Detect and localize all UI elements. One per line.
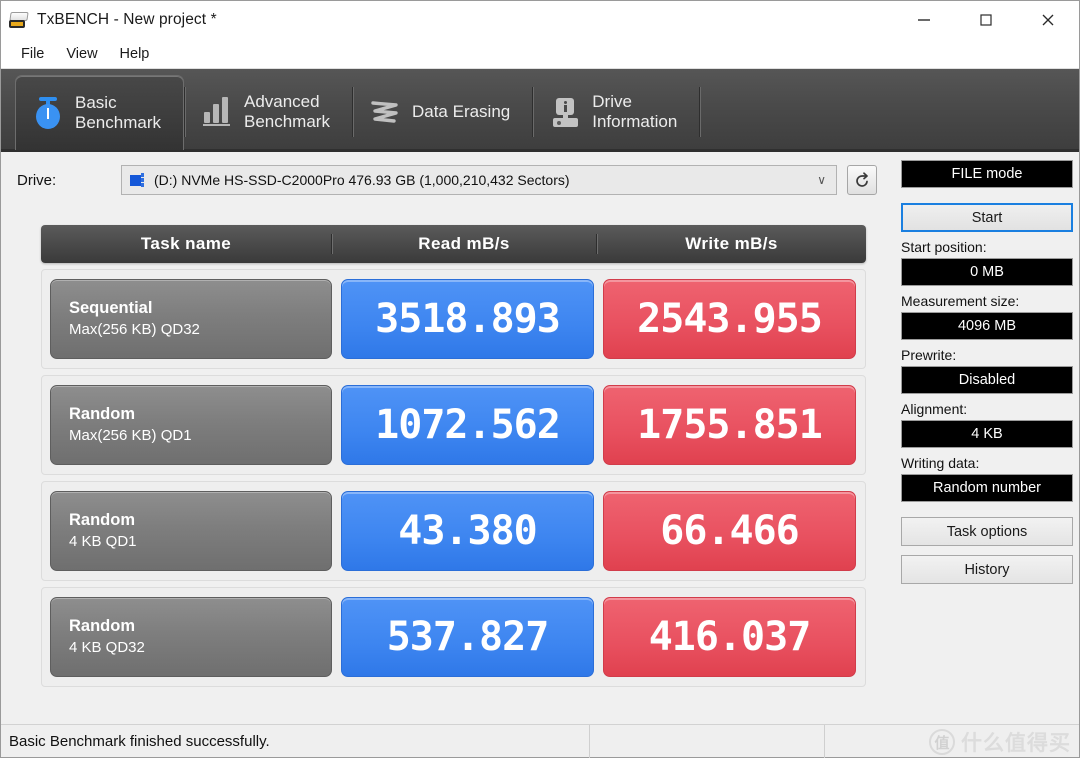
- task-name-line2: Max(256 KB) QD1: [69, 427, 192, 444]
- drive-app-icon: [9, 9, 31, 31]
- prewrite-value[interactable]: Disabled: [901, 366, 1073, 394]
- tab-divider: [699, 87, 701, 137]
- tab-basic-benchmark[interactable]: Basic Benchmark: [15, 75, 184, 150]
- start-position-value[interactable]: 0 MB: [901, 258, 1073, 286]
- task-name-line1: Random: [69, 405, 135, 423]
- tab-advanced-benchmark-label: Advanced Benchmark: [244, 92, 330, 132]
- task-name-line2: Max(256 KB) QD32: [69, 321, 200, 338]
- close-icon[interactable]: [1017, 1, 1079, 39]
- tab-bar: Basic Benchmark Advanced Benchmark Data: [1, 69, 1079, 152]
- window-title: TxBENCH - New project *: [37, 11, 217, 28]
- minimize-icon[interactable]: [893, 1, 955, 39]
- settings-sidebar: FILE mode Start Start position: 0 MB Mea…: [901, 160, 1073, 584]
- zigzag-erase-icon: [369, 94, 401, 130]
- txbench-window: TxBENCH - New project * File View Help B…: [0, 0, 1080, 758]
- stopwatch-icon: [32, 95, 64, 131]
- tab-label-line1: Data Erasing: [411, 102, 511, 121]
- start-position-label: Start position:: [901, 239, 987, 255]
- table-header-row: Task name Read mB/s Write mB/s: [41, 225, 866, 263]
- write-value: 1755.851: [603, 385, 856, 465]
- tab-label-line1: Advanced: [243, 92, 320, 111]
- table-row: Random Max(256 KB) QD1 1072.562 1755.851: [41, 375, 866, 475]
- menu-item-file[interactable]: File: [11, 43, 54, 65]
- menu-bar: File View Help: [1, 39, 1079, 69]
- table-row: Random 4 KB QD32 537.827 416.037: [41, 587, 866, 687]
- drive-selected-value: (D:) NVMe HS-SSD-C2000Pro 476.93 GB (1,0…: [154, 172, 570, 188]
- prewrite-label: Prewrite:: [901, 347, 957, 363]
- tab-data-erasing-label: Data Erasing: [412, 102, 510, 122]
- table-row: Random 4 KB QD1 43.380 66.466: [41, 481, 866, 581]
- task-options-button[interactable]: Task options: [901, 517, 1073, 546]
- tab-label-line1: Basic: [75, 93, 117, 112]
- task-name-line1: Random: [69, 511, 135, 529]
- menu-item-view[interactable]: View: [56, 43, 107, 65]
- status-panel-message: Basic Benchmark finished successfully.: [1, 725, 589, 758]
- writing-data-label: Writing data:: [901, 455, 980, 471]
- window-controls: [893, 1, 1079, 39]
- drive-info-icon: [549, 94, 581, 130]
- task-cell[interactable]: Random Max(256 KB) QD1: [50, 385, 332, 465]
- menu-item-help[interactable]: Help: [110, 43, 160, 65]
- watermark: 值 什么值得买: [929, 727, 1071, 757]
- tab-label-line2: Benchmark: [75, 113, 161, 132]
- chevron-down-icon[interactable]: ∨: [817, 173, 826, 187]
- status-panel-secondary: [589, 724, 824, 758]
- mode-display[interactable]: FILE mode: [901, 160, 1073, 188]
- drive-label: Drive:: [17, 171, 57, 189]
- measurement-size-label: Measurement size:: [901, 293, 1020, 309]
- task-name-line1: Random: [69, 617, 135, 635]
- column-header-write-mbs: Write mB/s: [596, 234, 866, 254]
- bar-chart-icon: [201, 94, 233, 130]
- task-name-line2: 4 KB QD32: [69, 639, 145, 656]
- task-name-line2: 4 KB QD1: [69, 533, 137, 550]
- read-value: 43.380: [341, 491, 594, 571]
- drive-selector-row: Drive: (D:) NVMe HS-SSD-C2000Pro 476.93 …: [1, 162, 877, 198]
- tab-drive-information[interactable]: Drive Information: [533, 75, 699, 149]
- benchmark-table: Task name Read mB/s Write mB/s Sequentia…: [41, 225, 866, 687]
- tab-label-line2: Information: [592, 112, 678, 131]
- task-cell[interactable]: Sequential Max(256 KB) QD32: [50, 279, 332, 359]
- task-cell[interactable]: Random 4 KB QD1: [50, 491, 332, 571]
- tab-label-line1: Drive: [592, 92, 632, 111]
- refresh-icon[interactable]: [847, 165, 877, 195]
- tab-advanced-benchmark[interactable]: Advanced Benchmark: [185, 75, 352, 149]
- column-header-read-mbs: Read mB/s: [331, 234, 596, 254]
- read-value: 537.827: [341, 597, 594, 677]
- disk-icon: [130, 172, 148, 188]
- history-button[interactable]: History: [901, 555, 1073, 584]
- table-row: Sequential Max(256 KB) QD32 3518.893 254…: [41, 269, 866, 369]
- write-value: 2543.955: [603, 279, 856, 359]
- title-bar: TxBENCH - New project *: [1, 1, 1079, 39]
- read-value: 1072.562: [341, 385, 594, 465]
- alignment-value[interactable]: 4 KB: [901, 420, 1073, 448]
- maximize-icon[interactable]: [955, 1, 1017, 39]
- task-cell[interactable]: Random 4 KB QD32: [50, 597, 332, 677]
- writing-data-value[interactable]: Random number: [901, 474, 1073, 502]
- drive-select[interactable]: (D:) NVMe HS-SSD-C2000Pro 476.93 GB (1,0…: [121, 165, 837, 195]
- column-header-task-name: Task name: [140, 234, 232, 253]
- start-button[interactable]: Start: [901, 203, 1073, 232]
- tab-drive-information-label: Drive Information: [592, 92, 677, 132]
- alignment-label: Alignment:: [901, 401, 968, 417]
- main-content: Drive: (D:) NVMe HS-SSD-C2000Pro 476.93 …: [1, 152, 1079, 724]
- status-bar: Basic Benchmark finished successfully. 值…: [1, 724, 1079, 758]
- watermark-logo-icon: 值: [929, 729, 955, 755]
- task-name-line1: Sequential: [69, 299, 153, 317]
- watermark-text: 什么值得买: [961, 732, 1071, 755]
- write-value: 416.037: [603, 597, 856, 677]
- measurement-size-value[interactable]: 4096 MB: [901, 312, 1073, 340]
- write-value: 66.466: [603, 491, 856, 571]
- tab-label-line2: Benchmark: [243, 112, 330, 131]
- tab-data-erasing[interactable]: Data Erasing: [353, 75, 532, 149]
- tab-basic-benchmark-label: Basic Benchmark: [75, 93, 161, 133]
- read-value: 3518.893: [341, 279, 594, 359]
- status-message: Basic Benchmark finished successfully.: [9, 732, 270, 750]
